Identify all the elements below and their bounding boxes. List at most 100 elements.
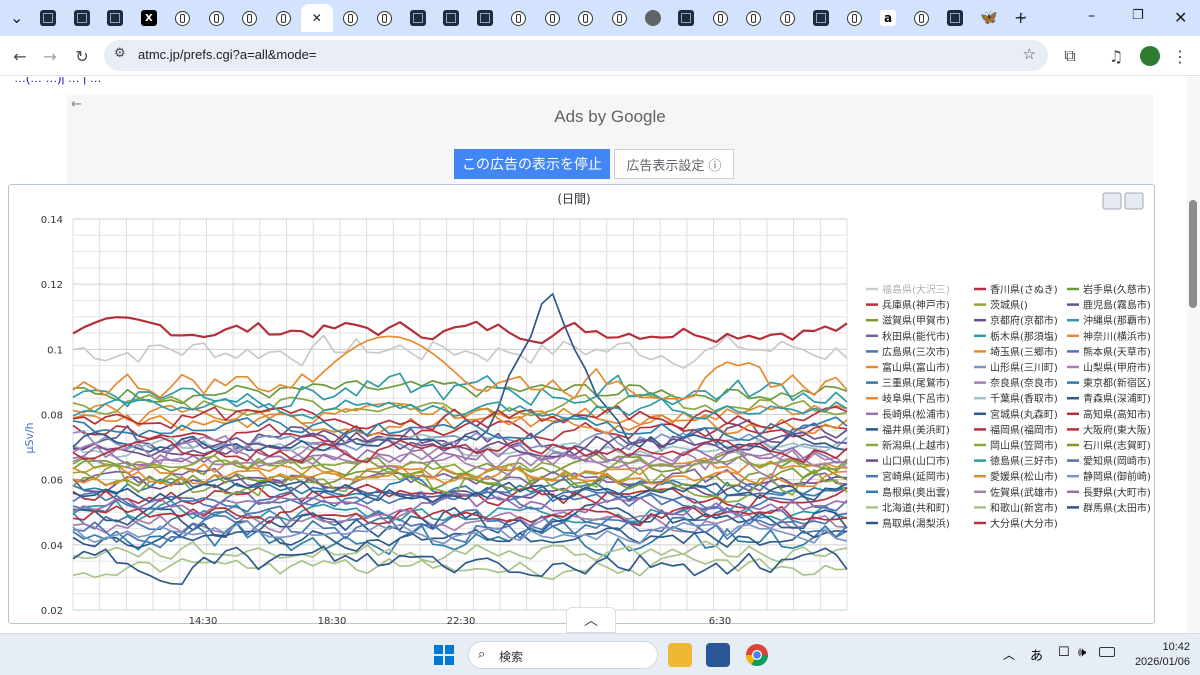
legend-item[interactable]: 群馬県(太田市): [1083, 501, 1151, 514]
legend-item[interactable]: 京都府(京都市): [990, 314, 1058, 327]
maximize-button[interactable]: ❐: [1132, 8, 1144, 23]
legend-item[interactable]: 鹿児島(霧島市): [1083, 299, 1151, 312]
legend-item[interactable]: 宮城県(丸森町): [990, 408, 1058, 421]
scroll-up-chevron-icon[interactable]: ︿: [566, 607, 616, 633]
address-bar[interactable]: ⚙ atmc.jp/prefs.cgi?a=all&mode= ☆: [104, 40, 1048, 71]
browser-tab[interactable]: [267, 4, 299, 32]
legend-item[interactable]: 福島県(大沢三): [882, 283, 950, 296]
top-links[interactable]: …(… …)| … | …: [14, 77, 102, 85]
new-tab-button[interactable]: +: [1014, 8, 1027, 27]
browser-tab[interactable]: [234, 4, 266, 32]
browser-tab[interactable]: [570, 4, 602, 32]
browser-tab[interactable]: [368, 4, 400, 32]
battery-icon[interactable]: [1099, 647, 1115, 657]
legend-item[interactable]: 北海道(共和町): [882, 501, 950, 514]
browser-tab[interactable]: [603, 4, 635, 32]
profile-avatar[interactable]: [1138, 44, 1162, 68]
browser-tab[interactable]: [66, 4, 98, 32]
system-clock[interactable]: 10:42 2026/01/06: [1124, 640, 1190, 670]
legend-item[interactable]: 茨城県(): [990, 299, 1028, 312]
legend-item[interactable]: 愛知県(岡崎市): [1083, 455, 1151, 468]
browser-tab[interactable]: 🦋: [973, 4, 1005, 32]
notepad-icon[interactable]: [706, 643, 730, 667]
back-button[interactable]: ←: [8, 44, 32, 68]
media-control-icon[interactable]: ♫: [1104, 44, 1128, 68]
legend-item[interactable]: 兵庫県(神戸市): [882, 299, 950, 312]
reload-button[interactable]: ↻: [70, 44, 94, 68]
browser-tab[interactable]: [166, 4, 198, 32]
browser-tab[interactable]: [838, 4, 870, 32]
legend-item[interactable]: 広島県(三次市): [882, 345, 950, 358]
print-chart-icon[interactable]: [1102, 192, 1122, 210]
legend-item[interactable]: 埼玉県(三郷市): [990, 345, 1058, 358]
scrollbar-thumb[interactable]: [1189, 200, 1197, 308]
legend-item[interactable]: 佐賀県(武雄市): [990, 486, 1058, 499]
chrome-taskbar-icon[interactable]: [745, 643, 769, 667]
legend-item[interactable]: 和歌山(新宮市): [990, 501, 1058, 514]
legend-item[interactable]: 青森県(深浦町): [1083, 392, 1151, 405]
browser-tab[interactable]: [99, 4, 131, 32]
network-icon[interactable]: ☐: [1058, 645, 1070, 660]
window-close-button[interactable]: ✕: [1174, 8, 1187, 27]
legend-item[interactable]: 愛媛県(松山市): [990, 470, 1058, 483]
legend-item[interactable]: 三重県(尾鷲市): [882, 377, 950, 390]
browser-tab[interactable]: a: [872, 4, 904, 32]
browser-tab[interactable]: X: [133, 4, 165, 32]
tray-chevron-icon[interactable]: ︿: [1003, 646, 1015, 663]
browser-tab[interactable]: [402, 4, 434, 32]
ad-settings-button[interactable]: 広告表示設定 ⓘ: [614, 149, 734, 179]
forward-button[interactable]: →: [38, 44, 62, 68]
legend-item[interactable]: 長野県(大町市): [1083, 486, 1151, 499]
browser-tab[interactable]: ✕: [300, 4, 333, 32]
ime-indicator[interactable]: あ: [1030, 645, 1043, 664]
legend-item[interactable]: 大阪府(東大阪): [1083, 423, 1151, 436]
legend-item[interactable]: 神奈川(横浜市): [1083, 330, 1151, 343]
browser-tab[interactable]: [200, 4, 232, 32]
legend-item[interactable]: 栃木県(那須塩): [990, 330, 1058, 343]
browser-tab[interactable]: [32, 4, 64, 32]
legend-item[interactable]: 岩手県(久慈市): [1083, 283, 1151, 296]
legend-item[interactable]: 鳥取県(湯梨浜): [882, 517, 950, 530]
file-explorer-icon[interactable]: [668, 643, 692, 667]
browser-tab[interactable]: [805, 4, 837, 32]
legend-item[interactable]: 宮崎県(延岡市): [882, 470, 950, 483]
download-chart-icon[interactable]: [1124, 192, 1144, 210]
taskbar-search-box[interactable]: ⌕ 検索: [468, 641, 658, 669]
page-scrollbar[interactable]: [1186, 77, 1200, 633]
legend-item[interactable]: 岐阜県(下呂市): [882, 392, 950, 405]
stop-ad-button[interactable]: この広告の表示を停止: [454, 149, 610, 179]
legend-item[interactable]: 沖縄県(那覇市): [1083, 314, 1151, 327]
legend-item[interactable]: 岡山県(笠岡市): [990, 439, 1058, 452]
legend-item[interactable]: 長崎県(松浦市): [882, 408, 950, 421]
browser-tab[interactable]: [670, 4, 702, 32]
browser-tab[interactable]: [906, 4, 938, 32]
legend-item[interactable]: 徳島県(三好市): [990, 455, 1058, 468]
site-info-icon[interactable]: ⚙: [114, 46, 126, 61]
legend-item[interactable]: 東京都(新宿区): [1083, 377, 1151, 390]
legend-item[interactable]: 香川県(さぬき): [990, 284, 1058, 296]
browser-tab[interactable]: [469, 4, 501, 32]
minimize-button[interactable]: –: [1088, 8, 1095, 24]
legend-item[interactable]: 富山県(富山市): [882, 361, 950, 374]
browser-tab[interactable]: [704, 4, 736, 32]
legend-item[interactable]: 石川県(志賀町): [1083, 439, 1151, 452]
legend-item[interactable]: 高知県(高知市): [1083, 408, 1151, 421]
legend-item[interactable]: 福岡県(福岡市): [990, 423, 1058, 436]
browser-tab[interactable]: [771, 4, 803, 32]
legend-item[interactable]: 新潟県(上越市): [882, 439, 950, 452]
legend-item[interactable]: 秋田県(能代市): [882, 330, 950, 343]
browser-menu-icon[interactable]: ⋮: [1168, 44, 1192, 68]
legend-item[interactable]: 熊本県(天草市): [1083, 345, 1151, 358]
browser-tab[interactable]: [435, 4, 467, 32]
browser-tab[interactable]: [637, 4, 669, 32]
browser-tab[interactable]: [738, 4, 770, 32]
bookmark-star-icon[interactable]: ☆: [1023, 45, 1036, 63]
legend-item[interactable]: 福井県(美浜町): [882, 423, 950, 436]
extensions-icon[interactable]: ⧉: [1058, 44, 1082, 68]
legend-item[interactable]: 奈良県(奈良市): [990, 377, 1058, 390]
browser-tab[interactable]: [334, 4, 366, 32]
volume-icon[interactable]: 🕪: [1078, 645, 1086, 660]
legend-item[interactable]: 山口県(山口市): [882, 455, 950, 468]
legend-item[interactable]: 島根県(奥出雲): [882, 486, 950, 499]
browser-tab[interactable]: [502, 4, 534, 32]
